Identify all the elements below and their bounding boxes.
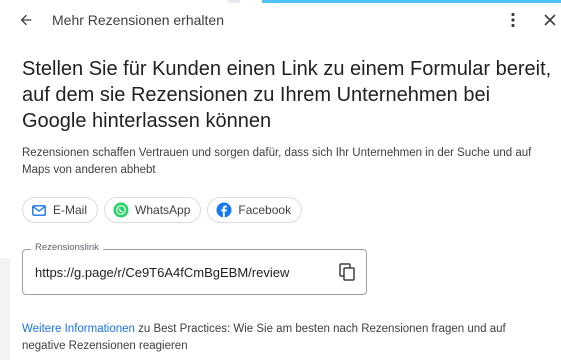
review-link-field[interactable]: Rezensionslink https://g.page/r/Ce9T6A4f… bbox=[22, 242, 367, 295]
facebook-icon bbox=[216, 202, 232, 218]
background-page-edge bbox=[228, 0, 240, 3]
whatsapp-icon bbox=[113, 202, 129, 218]
share-email-label: E-Mail bbox=[53, 203, 88, 217]
arrow-back-icon bbox=[20, 14, 32, 26]
close-icon bbox=[544, 14, 556, 26]
background-accent-bar bbox=[262, 0, 561, 3]
dialog-title: Mehr Rezensionen erhalten bbox=[52, 12, 224, 28]
share-whatsapp-label: WhatsApp bbox=[135, 203, 191, 217]
more-info-link[interactable]: Weitere Informationen bbox=[22, 323, 135, 335]
share-email-button[interactable]: E-Mail bbox=[22, 197, 99, 223]
footer-text: Weitere Informationen zu Best Practices:… bbox=[22, 321, 552, 355]
copy-link-button[interactable] bbox=[337, 262, 357, 282]
more-vert-icon bbox=[511, 12, 515, 28]
close-button[interactable] bbox=[542, 9, 558, 31]
page-headline: Stellen Sie für Kunden einen Link zu ein… bbox=[22, 58, 552, 132]
background-panel bbox=[0, 258, 10, 360]
review-link-label: Rezensionslink bbox=[31, 242, 103, 253]
dialog-header: Mehr Rezensionen erhalten bbox=[0, 6, 561, 34]
share-whatsapp-button[interactable]: WhatsApp bbox=[104, 197, 202, 223]
mail-icon bbox=[32, 204, 46, 216]
copy-icon bbox=[339, 263, 355, 281]
description-text: Rezensionen schaffen Vertrauen und sorge… bbox=[22, 147, 532, 176]
share-buttons: E-Mail WhatsApp Facebook bbox=[22, 197, 303, 223]
share-facebook-button[interactable]: Facebook bbox=[207, 197, 303, 223]
more-options-button[interactable] bbox=[506, 9, 520, 31]
back-button[interactable] bbox=[15, 9, 37, 31]
review-link-value[interactable]: https://g.page/r/Ce9T6A4fCmBgEBM/review bbox=[35, 265, 289, 280]
share-facebook-label: Facebook bbox=[238, 203, 292, 217]
